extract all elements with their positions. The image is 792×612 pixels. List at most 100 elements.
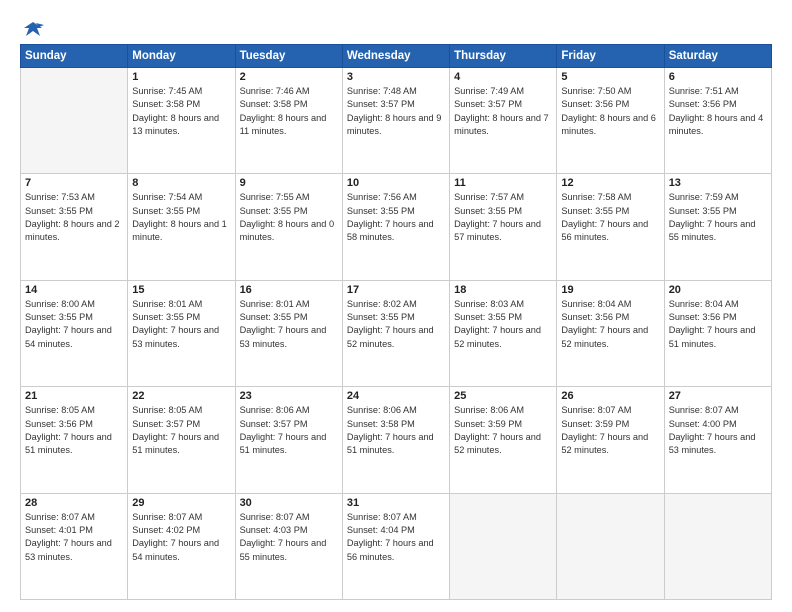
calendar-cell: 14 Sunrise: 8:00 AMSunset: 3:55 PMDayligh… (21, 280, 128, 386)
calendar-cell: 22Sunrise: 8:05 AMSunset: 3:57 PMDayligh… (128, 387, 235, 493)
calendar-cell: 12 Sunrise: 7:58 AMSunset: 3:55 PMDayligh… (557, 174, 664, 280)
weekday-header-wednesday: Wednesday (342, 45, 449, 68)
day-info: Sunrise: 7:57 AMSunset: 3:55 PMDaylight:… (454, 191, 552, 244)
day-number: 12 (561, 177, 659, 189)
calendar-cell: 27Sunrise: 8:07 AMSunset: 4:00 PMDayligh… (664, 387, 771, 493)
day-number: 6 (669, 71, 767, 83)
day-info: Sunrise: 8:07 AMSunset: 3:59 PMDaylight:… (561, 404, 659, 457)
calendar-week-row: 28 Sunrise: 8:07 AMSunset: 4:01 PMDayligh… (21, 493, 772, 599)
day-number: 15 (132, 284, 230, 296)
calendar-cell: 31Sunrise: 8:07 AMSunset: 4:04 PMDayligh… (342, 493, 449, 599)
day-number: 14 (25, 284, 123, 296)
day-number: 18 (454, 284, 552, 296)
day-number: 13 (669, 177, 767, 189)
day-number: 19 (561, 284, 659, 296)
day-number: 24 (347, 390, 445, 402)
day-info: Sunrise: 7:45 AMSunset: 3:58 PMDaylight:… (132, 85, 230, 138)
day-number: 21 (25, 390, 123, 402)
day-number: 16 (240, 284, 338, 296)
day-number: 11 (454, 177, 552, 189)
calendar-cell: 28 Sunrise: 8:07 AMSunset: 4:01 PMDayligh… (21, 493, 128, 599)
day-number: 10 (347, 177, 445, 189)
day-number: 23 (240, 390, 338, 402)
calendar-week-row: 7 Sunrise: 7:53 AMSunset: 3:55 PMDaylight… (21, 174, 772, 280)
day-number: 31 (347, 497, 445, 509)
calendar-week-row: 21 Sunrise: 8:05 AMSunset: 3:56 PMDayligh… (21, 387, 772, 493)
day-number: 2 (240, 71, 338, 83)
day-info: Sunrise: 8:00 AMSunset: 3:55 PMDaylight:… (25, 298, 123, 351)
logo-bird-icon (22, 18, 44, 40)
calendar-cell: 24 Sunrise: 8:06 AMSunset: 3:58 PMDayligh… (342, 387, 449, 493)
calendar-cell: 6 Sunrise: 7:51 AMSunset: 3:56 PMDaylight… (664, 68, 771, 174)
calendar-cell: 21 Sunrise: 8:05 AMSunset: 3:56 PMDayligh… (21, 387, 128, 493)
calendar-cell: 1 Sunrise: 7:45 AMSunset: 3:58 PMDaylight… (128, 68, 235, 174)
calendar-cell: 5 Sunrise: 7:50 AMSunset: 3:56 PMDaylight… (557, 68, 664, 174)
calendar-cell: 19 Sunrise: 8:04 AMSunset: 3:56 PMDayligh… (557, 280, 664, 386)
logo (20, 18, 44, 36)
day-info: Sunrise: 7:49 AMSunset: 3:57 PMDaylight:… (454, 85, 552, 138)
calendar-cell (664, 493, 771, 599)
weekday-header-row: SundayMondayTuesdayWednesdayThursdayFrid… (21, 45, 772, 68)
day-info: Sunrise: 8:04 AMSunset: 3:56 PMDaylight:… (561, 298, 659, 351)
calendar-cell: 2Sunrise: 7:46 AMSunset: 3:58 PMDaylight… (235, 68, 342, 174)
calendar-cell: 10 Sunrise: 7:56 AMSunset: 3:55 PMDayligh… (342, 174, 449, 280)
calendar-cell: 9Sunrise: 7:55 AMSunset: 3:55 PMDaylight… (235, 174, 342, 280)
day-info: Sunrise: 7:59 AMSunset: 3:55 PMDaylight:… (669, 191, 767, 244)
weekday-header-sunday: Sunday (21, 45, 128, 68)
weekday-header-saturday: Saturday (664, 45, 771, 68)
calendar-cell (450, 493, 557, 599)
day-info: Sunrise: 7:58 AMSunset: 3:55 PMDaylight:… (561, 191, 659, 244)
day-number: 28 (25, 497, 123, 509)
day-number: 1 (132, 71, 230, 83)
calendar-cell: 3Sunrise: 7:48 AMSunset: 3:57 PMDaylight… (342, 68, 449, 174)
day-number: 7 (25, 177, 123, 189)
day-number: 4 (454, 71, 552, 83)
calendar-cell: 30Sunrise: 8:07 AMSunset: 4:03 PMDayligh… (235, 493, 342, 599)
day-info: Sunrise: 8:06 AMSunset: 3:58 PMDaylight:… (347, 404, 445, 457)
calendar-table: SundayMondayTuesdayWednesdayThursdayFrid… (20, 44, 772, 600)
calendar-week-row: 14 Sunrise: 8:00 AMSunset: 3:55 PMDayligh… (21, 280, 772, 386)
weekday-header-tuesday: Tuesday (235, 45, 342, 68)
day-number: 25 (454, 390, 552, 402)
calendar-cell (557, 493, 664, 599)
day-info: Sunrise: 7:48 AMSunset: 3:57 PMDaylight:… (347, 85, 445, 138)
calendar-cell: 26 Sunrise: 8:07 AMSunset: 3:59 PMDayligh… (557, 387, 664, 493)
day-number: 20 (669, 284, 767, 296)
day-info: Sunrise: 7:56 AMSunset: 3:55 PMDaylight:… (347, 191, 445, 244)
day-number: 29 (132, 497, 230, 509)
day-number: 22 (132, 390, 230, 402)
day-number: 27 (669, 390, 767, 402)
calendar-week-row: 1 Sunrise: 7:45 AMSunset: 3:58 PMDaylight… (21, 68, 772, 174)
calendar-cell: 23 Sunrise: 8:06 AMSunset: 3:57 PMDayligh… (235, 387, 342, 493)
calendar-cell: 25Sunrise: 8:06 AMSunset: 3:59 PMDayligh… (450, 387, 557, 493)
page: SundayMondayTuesdayWednesdayThursdayFrid… (0, 0, 792, 612)
day-info: Sunrise: 7:55 AMSunset: 3:55 PMDaylight:… (240, 191, 338, 244)
calendar-cell: 16 Sunrise: 8:01 AMSunset: 3:55 PMDayligh… (235, 280, 342, 386)
day-number: 8 (132, 177, 230, 189)
day-info: Sunrise: 8:05 AMSunset: 3:56 PMDaylight:… (25, 404, 123, 457)
day-info: Sunrise: 7:53 AMSunset: 3:55 PMDaylight:… (25, 191, 123, 244)
weekday-header-friday: Friday (557, 45, 664, 68)
calendar-cell: 17 Sunrise: 8:02 AMSunset: 3:55 PMDayligh… (342, 280, 449, 386)
day-info: Sunrise: 7:50 AMSunset: 3:56 PMDaylight:… (561, 85, 659, 138)
calendar-cell: 29 Sunrise: 8:07 AMSunset: 4:02 PMDayligh… (128, 493, 235, 599)
day-info: Sunrise: 8:07 AMSunset: 4:01 PMDaylight:… (25, 511, 123, 564)
calendar-cell (21, 68, 128, 174)
day-info: Sunrise: 8:04 AMSunset: 3:56 PMDaylight:… (669, 298, 767, 351)
calendar-cell: 4 Sunrise: 7:49 AMSunset: 3:57 PMDaylight… (450, 68, 557, 174)
weekday-header-thursday: Thursday (450, 45, 557, 68)
day-info: Sunrise: 8:07 AMSunset: 4:02 PMDaylight:… (132, 511, 230, 564)
day-info: Sunrise: 7:51 AMSunset: 3:56 PMDaylight:… (669, 85, 767, 138)
day-info: Sunrise: 8:02 AMSunset: 3:55 PMDaylight:… (347, 298, 445, 351)
calendar-cell: 18Sunrise: 8:03 AMSunset: 3:55 PMDayligh… (450, 280, 557, 386)
weekday-header-monday: Monday (128, 45, 235, 68)
day-info: Sunrise: 8:06 AMSunset: 3:57 PMDaylight:… (240, 404, 338, 457)
day-number: 17 (347, 284, 445, 296)
day-info: Sunrise: 8:01 AMSunset: 3:55 PMDaylight:… (240, 298, 338, 351)
day-number: 5 (561, 71, 659, 83)
day-info: Sunrise: 8:01 AMSunset: 3:55 PMDaylight:… (132, 298, 230, 351)
header (20, 18, 772, 36)
day-number: 26 (561, 390, 659, 402)
calendar-cell: 7 Sunrise: 7:53 AMSunset: 3:55 PMDaylight… (21, 174, 128, 280)
day-number: 30 (240, 497, 338, 509)
